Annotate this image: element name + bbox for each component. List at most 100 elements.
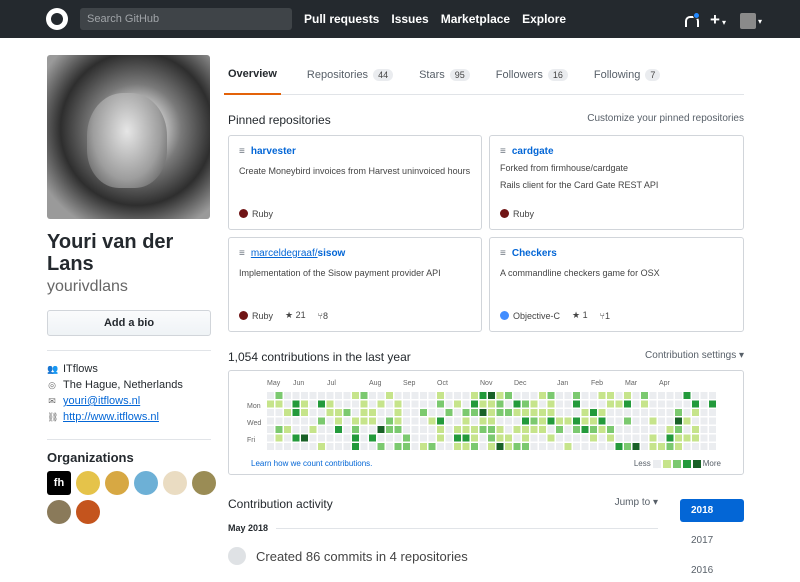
- contribution-day-cell[interactable]: [377, 417, 385, 425]
- contribution-day-cell[interactable]: [607, 434, 614, 442]
- contribution-day-cell[interactable]: [377, 392, 385, 399]
- contribution-day-cell[interactable]: [496, 400, 504, 408]
- contribution-day-cell[interactable]: [700, 417, 708, 425]
- contribution-day-cell[interactable]: [471, 392, 478, 399]
- contribution-day-cell[interactable]: [318, 434, 325, 442]
- org-avatar[interactable]: fh: [47, 471, 71, 495]
- contribution-day-cell[interactable]: [539, 434, 546, 442]
- contribution-day-cell[interactable]: [275, 392, 283, 399]
- contribution-day-cell[interactable]: [326, 434, 334, 442]
- contribution-day-cell[interactable]: [522, 434, 529, 442]
- contribution-day-cell[interactable]: [556, 392, 563, 399]
- contribution-day-cell[interactable]: [513, 409, 521, 416]
- repo-link[interactable]: Checkers: [512, 248, 557, 259]
- contribution-day-cell[interactable]: [615, 443, 623, 450]
- contribution-day-cell[interactable]: [335, 434, 342, 442]
- contribution-day-cell[interactable]: [539, 392, 546, 399]
- contribution-day-cell[interactable]: [301, 434, 308, 442]
- contribution-day-cell[interactable]: [683, 409, 691, 416]
- contribution-day-cell[interactable]: [360, 426, 368, 433]
- contribution-day-cell[interactable]: [683, 426, 691, 433]
- contribution-day-cell[interactable]: [607, 426, 614, 433]
- contribution-day-cell[interactable]: [700, 400, 708, 408]
- contribution-day-cell[interactable]: [267, 409, 274, 416]
- contribution-day-cell[interactable]: [522, 392, 529, 399]
- contribution-day-cell[interactable]: [692, 443, 699, 450]
- user-menu-button[interactable]: ▾: [739, 11, 762, 29]
- contribution-day-cell[interactable]: [411, 426, 419, 433]
- jump-to-dropdown[interactable]: Jump to ▾: [615, 497, 658, 511]
- contribution-day-cell[interactable]: [649, 400, 657, 408]
- contribution-day-cell[interactable]: [556, 409, 563, 416]
- add-bio-button[interactable]: Add a bio: [47, 310, 211, 336]
- contribution-day-cell[interactable]: [547, 426, 555, 433]
- contribution-day-cell[interactable]: [649, 443, 657, 450]
- contribution-day-cell[interactable]: [369, 409, 376, 416]
- contribution-day-cell[interactable]: [275, 426, 283, 433]
- contribution-day-cell[interactable]: [386, 434, 393, 442]
- contribution-day-cell[interactable]: [326, 426, 334, 433]
- contribution-day-cell[interactable]: [369, 434, 376, 442]
- contribution-day-cell[interactable]: [343, 426, 351, 433]
- contribution-day-cell[interactable]: [479, 400, 487, 408]
- contribution-day-cell[interactable]: [615, 400, 623, 408]
- contribution-day-cell[interactable]: [649, 409, 657, 416]
- contribution-day-cell[interactable]: [284, 392, 291, 399]
- contribution-day-cell[interactable]: [607, 400, 614, 408]
- contribution-day-cell[interactable]: [437, 409, 444, 416]
- contribution-day-cell[interactable]: [539, 409, 546, 416]
- stars-link[interactable]: ★ 1: [572, 310, 588, 321]
- contribution-day-cell[interactable]: [547, 400, 555, 408]
- contribution-day-cell[interactable]: [386, 409, 393, 416]
- contribution-day-cell[interactable]: [488, 409, 495, 416]
- contribution-day-cell[interactable]: [462, 409, 470, 416]
- contribution-day-cell[interactable]: [309, 426, 317, 433]
- tab-followers[interactable]: Followers 16: [496, 68, 568, 81]
- contribution-day-cell[interactable]: [658, 443, 665, 450]
- contribution-day-cell[interactable]: [607, 417, 614, 425]
- contribution-day-cell[interactable]: [267, 400, 274, 408]
- contribution-day-cell[interactable]: [284, 409, 291, 416]
- contribution-day-cell[interactable]: [700, 409, 708, 416]
- contribution-day-cell[interactable]: [624, 443, 631, 450]
- contribution-day-cell[interactable]: [284, 400, 291, 408]
- contribution-day-cell[interactable]: [462, 392, 470, 399]
- contribution-day-cell[interactable]: [513, 443, 521, 450]
- contribution-day-cell[interactable]: [377, 400, 385, 408]
- contribution-day-cell[interactable]: [360, 443, 368, 450]
- contribution-day-cell[interactable]: [547, 443, 555, 450]
- contribution-day-cell[interactable]: [437, 434, 444, 442]
- tab-following[interactable]: Following 7: [594, 68, 661, 81]
- contribution-day-cell[interactable]: [420, 426, 427, 433]
- contribution-day-cell[interactable]: [377, 409, 385, 416]
- contribution-day-cell[interactable]: [692, 409, 699, 416]
- contribution-day-cell[interactable]: [462, 426, 470, 433]
- contribution-day-cell[interactable]: [377, 443, 385, 450]
- contribution-day-cell[interactable]: [530, 409, 538, 416]
- tab-stars[interactable]: Stars 95: [419, 68, 470, 81]
- contribution-day-cell[interactable]: [411, 392, 419, 399]
- contribution-day-cell[interactable]: [360, 434, 368, 442]
- contribution-day-cell[interactable]: [632, 409, 640, 416]
- contribution-day-cell[interactable]: [564, 443, 572, 450]
- contribution-day-cell[interactable]: [369, 426, 376, 433]
- contribution-day-cell[interactable]: [343, 392, 351, 399]
- contribution-day-cell[interactable]: [607, 443, 614, 450]
- contribution-day-cell[interactable]: [437, 426, 444, 433]
- contribution-day-cell[interactable]: [471, 426, 478, 433]
- contribution-day-cell[interactable]: [615, 426, 623, 433]
- contribution-day-cell[interactable]: [360, 400, 368, 408]
- contribution-day-cell[interactable]: [445, 417, 453, 425]
- contribution-day-cell[interactable]: [301, 409, 308, 416]
- contribution-day-cell[interactable]: [360, 392, 368, 399]
- contribution-day-cell[interactable]: [403, 443, 410, 450]
- contribution-day-cell[interactable]: [420, 400, 427, 408]
- stars-link[interactable]: ★ 21: [285, 310, 306, 321]
- contribution-day-cell[interactable]: [335, 392, 342, 399]
- contribution-day-cell[interactable]: [394, 392, 402, 399]
- contribution-day-cell[interactable]: [403, 426, 410, 433]
- contribution-day-cell[interactable]: [513, 426, 521, 433]
- contribution-day-cell[interactable]: [411, 434, 419, 442]
- contribution-day-cell[interactable]: [479, 434, 487, 442]
- contribution-day-cell[interactable]: [403, 400, 410, 408]
